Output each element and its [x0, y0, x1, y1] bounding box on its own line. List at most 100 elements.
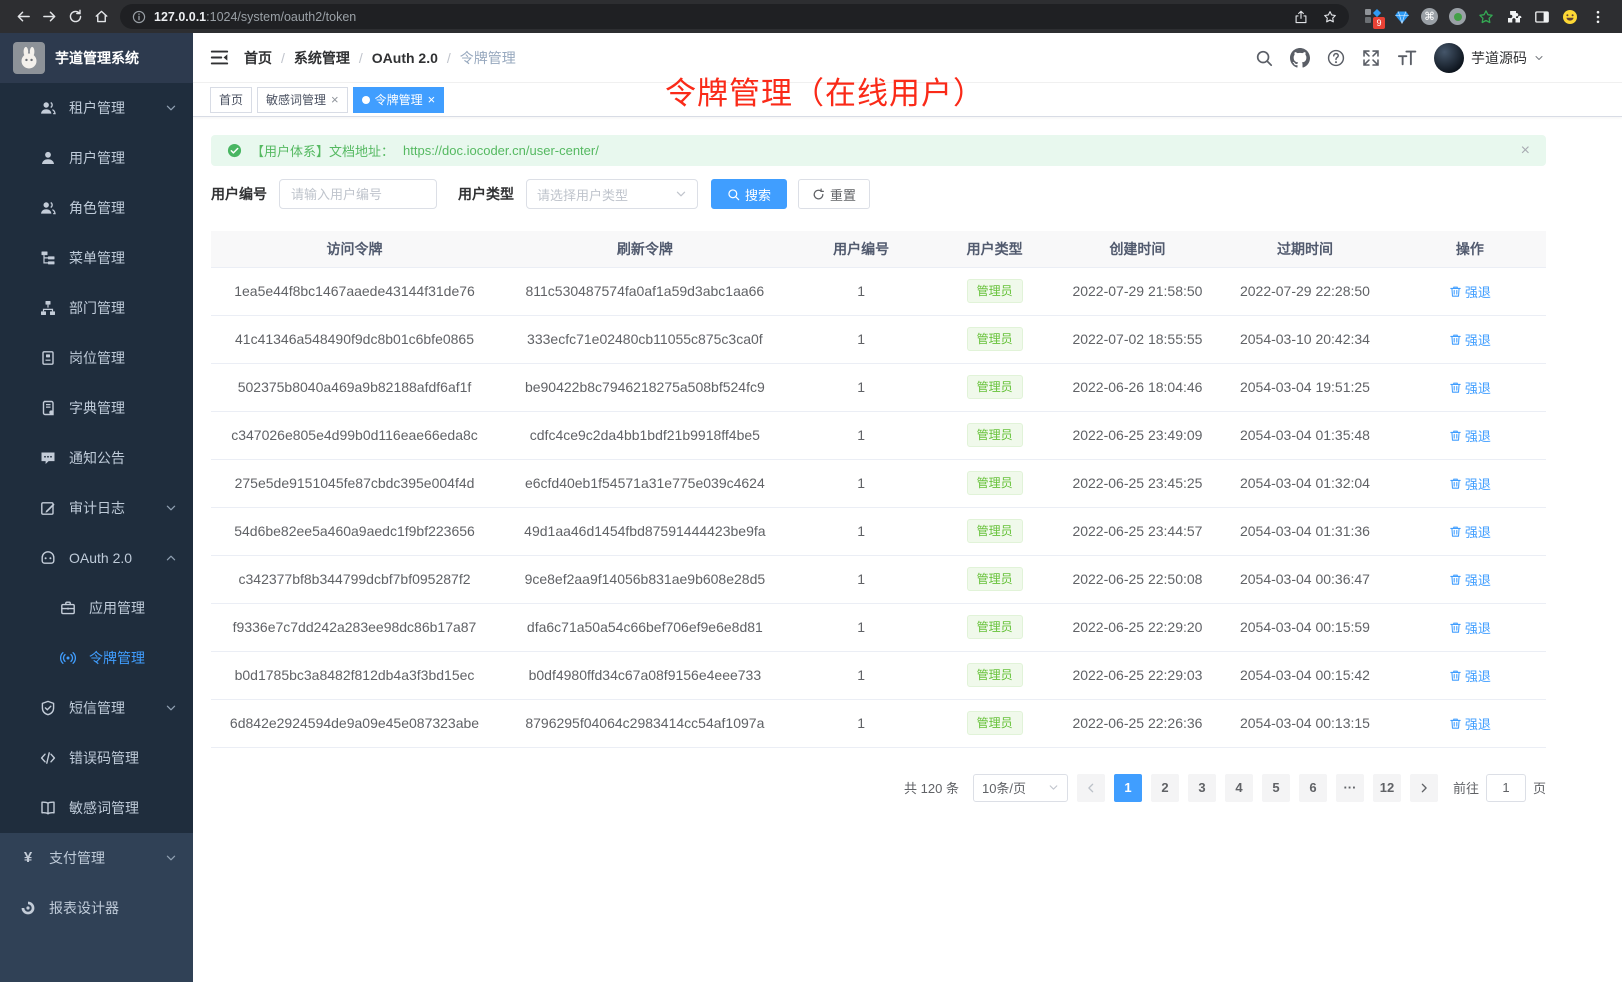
sidebar-collapse-button[interactable]	[210, 48, 229, 67]
user-id-input[interactable]	[279, 179, 437, 209]
browser-menu-button[interactable]	[1589, 8, 1606, 25]
sidebar-item-report-designer[interactable]: 报表设计器	[0, 883, 193, 933]
sidebar-item-sms[interactable]: 短信管理	[0, 683, 193, 733]
yen-icon: ¥	[20, 850, 36, 866]
sidebar-submenu-section: 租户管理 用户管理 角色管理 菜单管理 部门管理 岗位管理	[0, 83, 193, 833]
force-logout-button[interactable]: 强退	[1449, 426, 1491, 445]
force-logout-button[interactable]: 强退	[1449, 330, 1491, 349]
star-extension-icon[interactable]	[1477, 8, 1494, 25]
table-row: 502375b8040a469a9b82188afdf6af1fbe90422b…	[211, 363, 1546, 411]
chevron-down-icon	[165, 102, 177, 114]
sidebar-item-sensitive-word[interactable]: 敏感词管理	[0, 783, 193, 833]
tab-home[interactable]: 首页	[210, 87, 252, 113]
sidebar-item-label: 短信管理	[69, 698, 125, 718]
force-logout-button[interactable]: 强退	[1449, 666, 1491, 685]
page-button-12[interactable]: 12	[1373, 774, 1401, 802]
chevron-left-icon	[1085, 782, 1097, 794]
browser-back-button[interactable]	[10, 4, 36, 30]
breadcrumb-oauth2[interactable]: OAuth 2.0	[372, 50, 438, 66]
force-logout-button[interactable]: 强退	[1449, 714, 1491, 733]
command-extension-icon[interactable]: ⌘	[1421, 8, 1438, 25]
sidebar-item-user[interactable]: 用户管理	[0, 133, 193, 183]
force-logout-button[interactable]: 强退	[1449, 618, 1491, 637]
url-text: 127.0.0.1:1024/system/oauth2/token	[154, 10, 356, 24]
reload-icon	[68, 9, 83, 24]
table-header-row: 访问令牌 刷新令牌 用户编号 用户类型 创建时间 过期时间 操作	[211, 231, 1546, 267]
page-button-1[interactable]: 1	[1114, 774, 1142, 802]
browser-forward-button[interactable]	[36, 4, 62, 30]
token-table: 访问令牌 刷新令牌 用户编号 用户类型 创建时间 过期时间 操作 1ea5e44…	[211, 231, 1546, 748]
close-icon[interactable]: ×	[428, 93, 436, 106]
breadcrumb-system[interactable]: 系统管理	[294, 48, 350, 68]
page-size-select[interactable]: 10条/页	[973, 774, 1068, 802]
user-menu[interactable]: 芋道源码	[1434, 43, 1544, 73]
page-button-2[interactable]: 2	[1151, 774, 1179, 802]
close-icon[interactable]: ×	[331, 93, 339, 106]
sidebar-item-oauth2[interactable]: OAuth 2.0	[0, 533, 193, 583]
help-icon[interactable]	[1327, 49, 1345, 67]
share-icon[interactable]	[1294, 10, 1308, 24]
tab-token-active[interactable]: 令牌管理×	[353, 87, 445, 113]
page-size-value: 10条/页	[982, 778, 1026, 797]
recorder-extension-icon[interactable]	[1449, 8, 1466, 25]
goto-page-input[interactable]	[1486, 774, 1526, 802]
page-ellipsis[interactable]: ···	[1336, 774, 1364, 802]
fullscreen-icon[interactable]	[1362, 49, 1380, 67]
sidebar-item-post[interactable]: 岗位管理	[0, 333, 193, 383]
reset-button[interactable]: 重置	[798, 179, 870, 209]
page-button-4[interactable]: 4	[1225, 774, 1253, 802]
main-area: 令牌管理（在线用户） 首页 / 系统管理 / OAuth 2.0 / 令牌管理	[193, 33, 1622, 982]
page-button-3[interactable]: 3	[1188, 774, 1216, 802]
user-type-select[interactable]: 请选择用户类型	[526, 179, 698, 209]
force-logout-button[interactable]: 强退	[1449, 282, 1491, 301]
sidebar-item-notice[interactable]: 通知公告	[0, 433, 193, 483]
rabbit-logo-icon	[17, 46, 41, 70]
sidebar-item-error-code[interactable]: 错误码管理	[0, 733, 193, 783]
address-bar[interactable]: 127.0.0.1:1024/system/oauth2/token	[120, 4, 1349, 29]
emoji-avatar-icon	[1562, 9, 1578, 25]
sidebar-item-label: 用户管理	[69, 148, 125, 168]
table-row: c342377bf8b344799dcbf7bf095287f29ce8ef2a…	[211, 555, 1546, 603]
sidebar-item-menu[interactable]: 菜单管理	[0, 233, 193, 283]
sidebar-item-audit-log[interactable]: 审计日志	[0, 483, 193, 533]
profile-avatar-button[interactable]	[1561, 8, 1578, 25]
site-info-icon[interactable]	[132, 10, 146, 24]
header-search-icon[interactable]	[1255, 49, 1273, 67]
browser-home-button[interactable]	[88, 4, 114, 30]
browser-reload-button[interactable]	[62, 4, 88, 30]
green-star-icon	[1478, 9, 1494, 25]
font-size-icon[interactable]	[1397, 48, 1417, 68]
prev-page-button[interactable]	[1077, 774, 1105, 802]
page-button-5[interactable]: 5	[1262, 774, 1290, 802]
user-type-label: 用户类型	[458, 184, 514, 204]
search-button[interactable]: 搜索	[711, 179, 787, 209]
sidebar-item-tenant[interactable]: 租户管理	[0, 83, 193, 133]
page-button-6[interactable]: 6	[1299, 774, 1327, 802]
side-panel-button[interactable]	[1533, 8, 1550, 25]
force-logout-button[interactable]: 强退	[1449, 522, 1491, 541]
sidebar-item-token[interactable]: 令牌管理	[0, 633, 193, 683]
user-avatar	[1434, 43, 1464, 73]
tab-sensitive-word[interactable]: 敏感词管理×	[257, 87, 348, 113]
active-dot-icon	[362, 96, 370, 104]
sidebar-item-pay[interactable]: ¥ 支付管理	[0, 833, 193, 883]
sidebar-item-dict[interactable]: 字典管理	[0, 383, 193, 433]
sidebar-item-role[interactable]: 角色管理	[0, 183, 193, 233]
sidebar-item-dept[interactable]: 部门管理	[0, 283, 193, 333]
translate-extension-icon[interactable]: 9	[1365, 8, 1382, 25]
bookmark-star-icon[interactable]	[1323, 10, 1337, 24]
alert-close-icon[interactable]: ×	[1521, 143, 1530, 159]
browser-toolbar: 127.0.0.1:1024/system/oauth2/token 9 ⌘	[0, 0, 1622, 33]
next-page-button[interactable]	[1410, 774, 1438, 802]
doc-link[interactable]: https://doc.iocoder.cn/user-center/	[403, 143, 599, 158]
force-logout-button[interactable]: 强退	[1449, 474, 1491, 493]
force-logout-button[interactable]: 强退	[1449, 378, 1491, 397]
sidebar-item-oauth-app[interactable]: 应用管理	[0, 583, 193, 633]
force-logout-button[interactable]: 强退	[1449, 570, 1491, 589]
breadcrumb-home[interactable]: 首页	[244, 48, 272, 68]
side-panel-icon	[1534, 9, 1550, 25]
gem-extension-icon[interactable]	[1393, 8, 1410, 25]
app-logo-row[interactable]: 芋道管理系统	[0, 33, 193, 83]
extensions-puzzle-button[interactable]	[1505, 8, 1522, 25]
github-icon[interactable]	[1290, 48, 1310, 68]
